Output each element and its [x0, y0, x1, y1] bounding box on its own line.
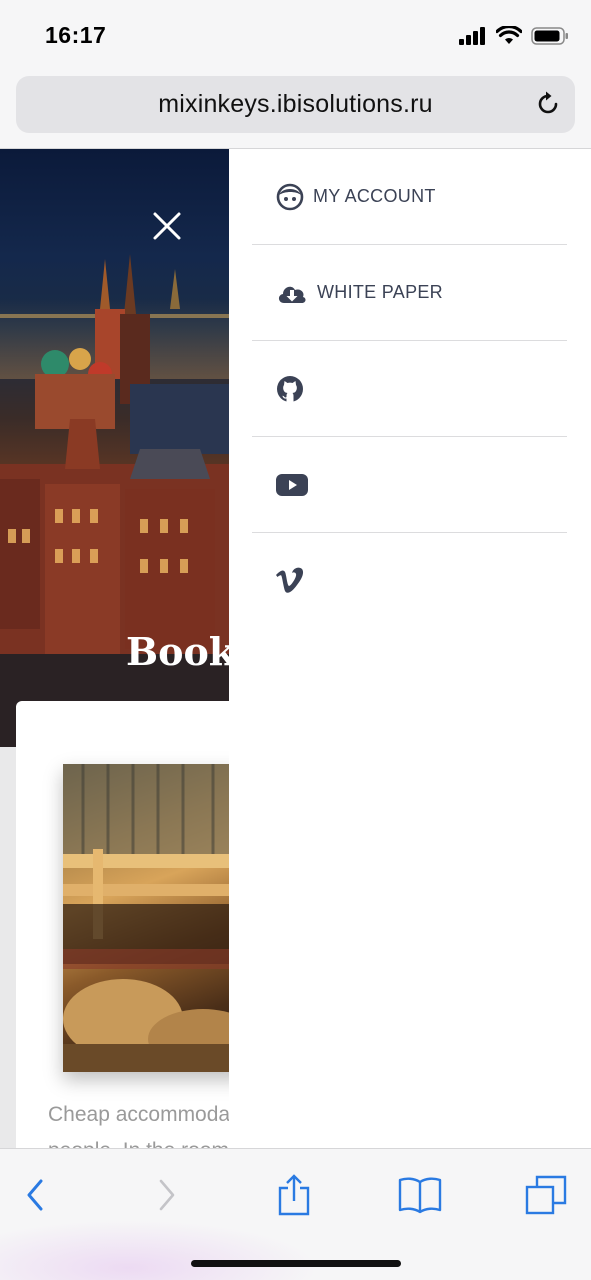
home-indicator[interactable] [191, 1260, 401, 1267]
address-bar[interactable]: mixinkeys.ibisolutions.ru [16, 76, 575, 133]
signal-icon [459, 26, 485, 45]
hero-image: Booki [0, 149, 230, 747]
menu-item-label: MY ACCOUNT [313, 186, 436, 206]
battery-icon [531, 26, 568, 45]
forward-button[interactable] [145, 1173, 189, 1217]
address-bar-area: mixinkeys.ibisolutions.ru [0, 70, 591, 149]
cloud-download-icon [275, 278, 309, 308]
chevron-left-icon [27, 1179, 43, 1211]
share-button[interactable] [272, 1173, 316, 1217]
wifi-icon [496, 26, 522, 44]
book-icon [398, 1177, 442, 1214]
listing-description-line-2: people. In the room [48, 1133, 246, 1148]
reload-icon[interactable] [533, 89, 563, 119]
tabs-button[interactable] [524, 1173, 568, 1217]
listing-card[interactable]: Cheap accommoda people. In the room [16, 701, 246, 1148]
vimeo-icon [275, 566, 305, 596]
bookmarks-button[interactable] [398, 1173, 442, 1217]
room-photo[interactable] [63, 764, 246, 1072]
listing-description: Cheap accommoda people. In the room [48, 1097, 246, 1148]
share-icon [278, 1174, 310, 1216]
safari-page: 16:17 mixinkeys.ibisolutions.ru Book Che… [0, 0, 591, 1280]
tabs-icon [525, 1175, 567, 1215]
close-icon[interactable] [150, 209, 184, 243]
back-button[interactable] [13, 1173, 57, 1217]
menu-item-github[interactable] [252, 341, 567, 437]
menu-item-my-account[interactable]: MY ACCOUNT [252, 149, 567, 245]
github-icon [275, 374, 305, 404]
status-bar: 16:17 [0, 0, 591, 70]
menu-item-vimeo[interactable] [252, 533, 567, 629]
youtube-icon [275, 470, 309, 500]
web-content: Booki [0, 149, 591, 1148]
status-icons [459, 26, 569, 45]
menu-item-youtube[interactable] [252, 437, 567, 533]
status-time: 16:17 [45, 22, 107, 48]
menu-item-label: WHITE PAPER [317, 282, 443, 302]
user-face-icon [275, 182, 305, 212]
menu-item-white-paper[interactable]: WHITE PAPER [252, 245, 567, 341]
chevron-right-icon [159, 1179, 175, 1211]
url-text[interactable]: mixinkeys.ibisolutions.ru [16, 90, 575, 119]
hero-title: Booki [126, 629, 230, 674]
bottom-glow [0, 1220, 320, 1280]
bunk-bed-photo [63, 764, 246, 1072]
listing-description-line-1: Cheap accommoda [48, 1103, 231, 1126]
side-menu: MY ACCOUNT WHITE PAPER [229, 149, 591, 1148]
